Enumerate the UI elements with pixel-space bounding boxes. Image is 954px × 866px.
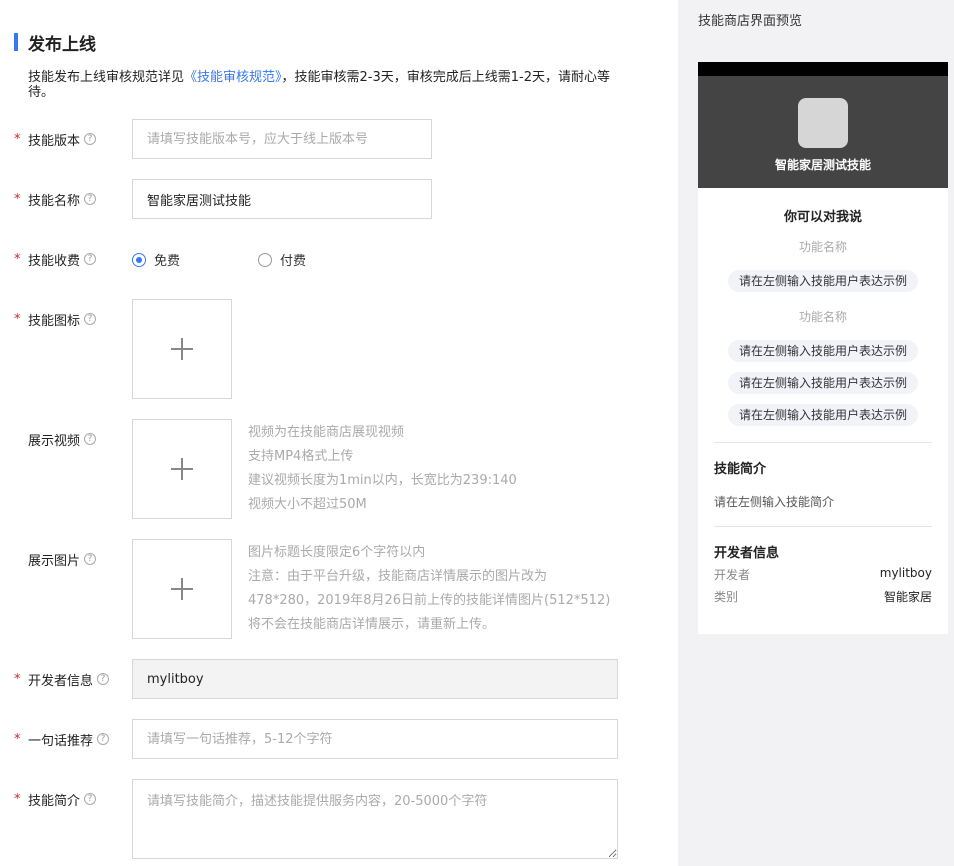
help-icon[interactable]: ? — [97, 733, 110, 745]
intro-text: 请在左侧输入技能简介 — [714, 495, 835, 509]
preview-app-name: 智能家居测试技能 — [774, 158, 871, 172]
image-label: 展示图片 ? — [14, 549, 97, 569]
phone-status-bar — [698, 62, 948, 76]
function-name: 功能名称 — [798, 310, 847, 324]
help-icon[interactable]: ? — [84, 553, 97, 565]
required-mark: * — [14, 791, 21, 807]
plus-icon — [171, 578, 193, 600]
image-label-text: 展示图片 — [28, 553, 81, 569]
plus-icon — [171, 338, 193, 360]
radio-checked-icon — [132, 252, 146, 267]
version-label-text: 技能版本 — [28, 133, 81, 149]
fee-label-text: 技能收费 — [28, 253, 81, 269]
name-label: * 技能名称 ? — [14, 189, 97, 209]
required-mark: * — [14, 131, 21, 147]
image-hints: 图片标题长度限定6个字符以内 注意：由于平台升级，技能商店详情展示的图片改为 4… — [248, 541, 610, 637]
slogan-input[interactable] — [132, 719, 618, 759]
required-mark: * — [14, 191, 21, 207]
video-label: 展示视频 ? — [14, 429, 97, 449]
video-hint-line: 视频大小不超过50M — [248, 497, 367, 512]
video-hint-line: 建议视频长度为1min以内，长宽比为239:140 — [248, 473, 517, 488]
image-hint-line: 注意：由于平台升级，技能商店详情展示的图片改为 — [248, 569, 548, 584]
developer-input — [132, 659, 618, 699]
divider — [714, 442, 932, 443]
intro-section-title: 技能简介 — [714, 462, 767, 477]
notice-prefix: 技能发布上线审核规范详见 — [28, 70, 185, 85]
category-value: 智能家居 — [883, 590, 932, 604]
radio-paid[interactable]: 付费 — [258, 250, 306, 269]
help-icon[interactable]: ? — [84, 253, 97, 265]
video-hint-line: 支持MP4格式上传 — [248, 449, 354, 464]
preview-panel: 技能商店界面预览 智能家居测试技能 你可以对我说 功能名称 请在左侧输入技能用户… — [678, 0, 954, 866]
radio-unchecked-icon — [258, 252, 272, 267]
intro-label: * 技能简介 ? — [14, 789, 97, 809]
say-title: 你可以对我说 — [783, 210, 862, 225]
radio-paid-label: 付费 — [280, 254, 307, 269]
developer-key: 开发者 — [714, 568, 751, 582]
help-icon[interactable]: ? — [84, 313, 97, 325]
help-icon[interactable]: ? — [84, 193, 97, 205]
slogan-label-text: 一句话推荐 — [28, 733, 94, 749]
image-hint-line: 图片标题长度限定6个字符以内 — [248, 545, 426, 560]
icon-label-text: 技能图标 — [28, 313, 81, 329]
phone-preview: 智能家居测试技能 你可以对我说 功能名称 请在左侧输入技能用户表达示例 功能名称… — [698, 62, 948, 634]
plus-icon — [171, 458, 193, 480]
section-title: 发布上线 — [14, 32, 96, 55]
example-chip: 请在左侧输入技能用户表达示例 — [728, 372, 918, 394]
intro-textarea[interactable] — [132, 779, 618, 859]
image-upload[interactable] — [132, 539, 232, 639]
form-panel: 发布上线 技能发布上线审核规范详见《技能审核规范》，技能审核需2-3天，审核完成… — [0, 0, 678, 866]
version-label: * 技能版本 ? — [14, 129, 97, 149]
example-chip: 请在左侧输入技能用户表达示例 — [728, 340, 918, 362]
video-hint-line: 视频为在技能商店展现视频 — [248, 425, 405, 440]
fee-label: * 技能收费 ? — [14, 249, 97, 269]
example-chip: 请在左侧输入技能用户表达示例 — [728, 270, 918, 292]
radio-free[interactable]: 免费 — [132, 250, 180, 269]
image-hint-line: 478*280，2019年8月26日前上传的技能详情图片(512*512) — [248, 593, 611, 608]
review-notice: 技能发布上线审核规范详见《技能审核规范》，技能审核需2-3天，审核完成后上线需1… — [28, 70, 628, 100]
divider — [714, 526, 932, 527]
intro-label-text: 技能简介 — [28, 793, 81, 809]
radio-free-label: 免费 — [154, 254, 181, 269]
developer-row: 开发者 mylitboy — [714, 566, 932, 583]
image-hint-line: 将不会在技能商店详情展示，请重新上传。 — [248, 617, 496, 632]
video-label-text: 展示视频 — [28, 433, 81, 449]
title-accent-bar — [14, 33, 18, 51]
video-upload[interactable] — [132, 419, 232, 519]
required-mark: * — [14, 671, 21, 687]
version-input[interactable] — [132, 119, 432, 159]
developer-section-title: 开发者信息 — [714, 546, 780, 561]
help-icon[interactable]: ? — [97, 673, 110, 685]
help-icon[interactable]: ? — [84, 433, 97, 445]
category-row: 类别 智能家居 — [714, 588, 932, 605]
developer-label-text: 开发者信息 — [28, 673, 94, 689]
required-mark: * — [14, 731, 21, 747]
video-hints: 视频为在技能商店展现视频 支持MP4格式上传 建议视频长度为1min以内，长宽比… — [248, 421, 517, 517]
developer-label: * 开发者信息 ? — [14, 669, 110, 689]
example-chip: 请在左侧输入技能用户表达示例 — [728, 404, 918, 426]
slogan-label: * 一句话推荐 ? — [14, 729, 110, 749]
icon-label: * 技能图标 ? — [14, 309, 97, 329]
preview-hero: 智能家居测试技能 — [698, 76, 948, 188]
skill-name-input[interactable] — [132, 179, 432, 219]
name-label-text: 技能名称 — [28, 193, 81, 209]
function-name: 功能名称 — [798, 240, 847, 254]
help-icon[interactable]: ? — [84, 793, 97, 805]
preview-title: 技能商店界面预览 — [698, 14, 803, 29]
app-icon-placeholder — [798, 98, 848, 148]
help-icon[interactable]: ? — [84, 133, 97, 145]
review-guideline-link[interactable]: 《技能审核规范》 — [184, 70, 282, 85]
category-key: 类别 — [714, 590, 739, 604]
required-mark: * — [14, 311, 21, 327]
icon-upload[interactable] — [132, 299, 232, 399]
developer-value: mylitboy — [879, 566, 932, 580]
required-mark: * — [14, 251, 21, 267]
page-title: 发布上线 — [28, 34, 96, 55]
